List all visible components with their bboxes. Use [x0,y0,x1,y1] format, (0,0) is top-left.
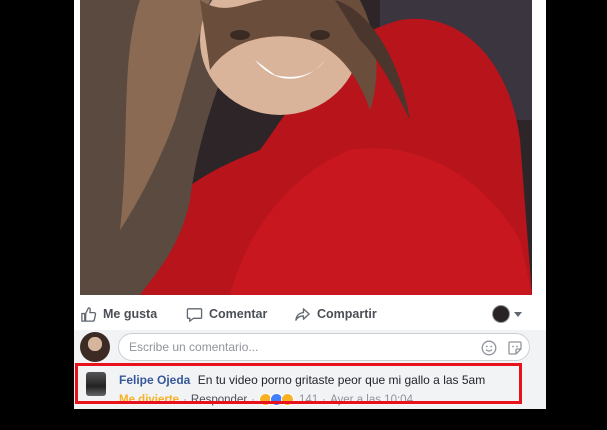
reaction-audience-selector[interactable] [492,305,522,323]
post-card: Me gusta Comentar Compartir Escribe un c… [74,0,546,409]
thumbs-up-icon [81,306,97,322]
avatar [80,332,110,362]
separator: · [251,393,256,406]
comment-button[interactable]: Comentar [186,303,267,325]
separator: · [183,393,187,406]
comment-text: En tu video porno gritaste peor que mi g… [197,373,486,387]
share-button[interactable]: Compartir [294,303,377,325]
smiley-icon[interactable] [481,340,497,356]
avatar [492,305,510,323]
speech-bubble-icon [186,307,203,322]
reaction-summary[interactable] [259,393,295,406]
comment-input[interactable] [118,333,530,361]
like-label: Me gusta [103,307,158,321]
post-actions: Me gusta Comentar Compartir [74,300,546,328]
comment-meta: Me divierte · Responder · 141 · Ayer a l… [119,393,413,406]
sticker-icon[interactable] [507,340,523,356]
reaction-count: 141 [299,393,319,406]
comment-composer [74,330,546,366]
avatar[interactable] [86,372,106,396]
comment: Felipe Ojeda En tu video porno gritaste … [74,366,546,409]
separator: · [322,393,327,406]
reply-link[interactable]: Responder [191,394,247,406]
reaction-status[interactable]: Me divierte [119,394,179,406]
like-button[interactable]: Me gusta [80,303,157,325]
comment-author-link[interactable]: Felipe Ojeda [119,373,190,387]
wow-icon [281,393,295,406]
comment-body: Felipe Ojeda En tu video porno gritaste … [119,373,485,387]
comment-label: Comentar [209,307,268,321]
share-arrow-icon [295,307,310,321]
comment-timestamp[interactable]: Ayer a las 10:04 [330,394,413,406]
chevron-down-icon [514,311,522,317]
post-photo[interactable] [80,0,532,295]
share-label: Compartir [317,307,377,321]
